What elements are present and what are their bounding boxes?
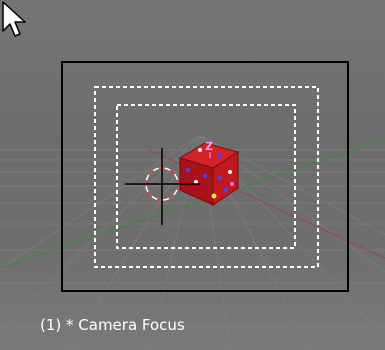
mouse-pointer-icon (2, 1, 26, 37)
viewport-scene: Z (0, 61, 385, 350)
3d-viewport[interactable]: Z (1) * Camera Focus (0, 0, 385, 350)
cube-axis-label: Z (205, 140, 213, 153)
active-object-label: (1) * Camera Focus (40, 316, 185, 334)
